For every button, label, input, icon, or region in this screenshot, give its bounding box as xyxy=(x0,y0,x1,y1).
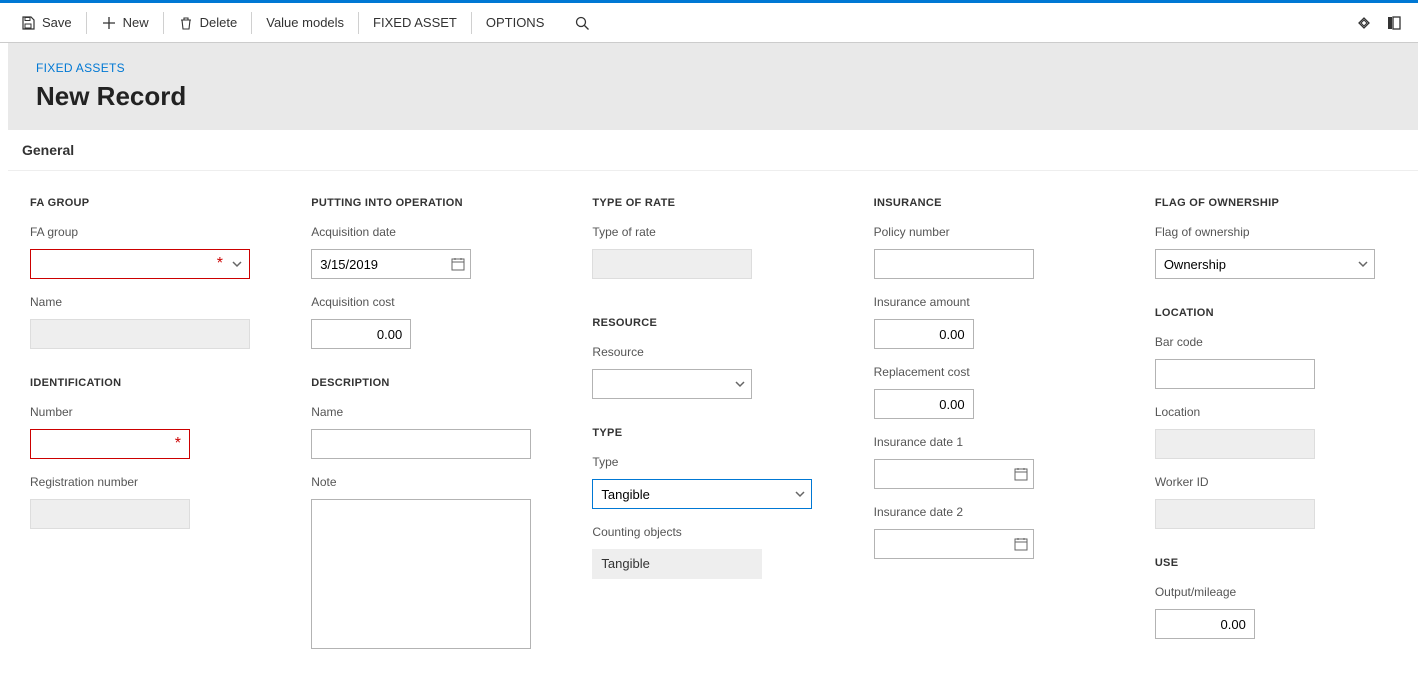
label-policy-number: Policy number xyxy=(874,225,1115,239)
column-3: TYPE OF RATE Type of rate RESOURCE Resou… xyxy=(592,193,833,579)
insurance-date-1-field[interactable] xyxy=(874,459,1034,489)
label-acquisition-date: Acquisition date xyxy=(311,225,552,239)
attach-icon[interactable] xyxy=(1356,15,1372,31)
label-location: Location xyxy=(1155,405,1396,419)
label-type-of-rate: Type of rate xyxy=(592,225,833,239)
toolbar-separator xyxy=(358,12,359,34)
flag-of-ownership-input[interactable] xyxy=(1155,249,1375,279)
label-insurance-date-1: Insurance date 1 xyxy=(874,435,1115,449)
label-flag-of-ownership: Flag of ownership xyxy=(1155,225,1396,239)
label-bar-code: Bar code xyxy=(1155,335,1396,349)
label-acquisition-cost: Acquisition cost xyxy=(311,295,552,309)
worker-id-field xyxy=(1155,499,1315,529)
delete-label: Delete xyxy=(200,15,238,30)
section-description: DESCRIPTION xyxy=(311,377,552,389)
save-label: Save xyxy=(42,15,72,30)
column-1: FA GROUP FA group * Name IDENTIFICATION … xyxy=(30,193,271,529)
location-field xyxy=(1155,429,1315,459)
save-button[interactable]: Save xyxy=(10,3,82,42)
label-output-mileage: Output/mileage xyxy=(1155,585,1396,599)
replacement-cost-input[interactable] xyxy=(874,389,974,419)
column-2: PUTTING INTO OPERATION Acquisition date … xyxy=(311,193,552,649)
section-fa-group: FA GROUP xyxy=(30,197,271,209)
label-fa-name: Name xyxy=(30,295,271,309)
new-label: New xyxy=(123,15,149,30)
insurance-date-2-input[interactable] xyxy=(874,529,1034,559)
section-putting-into-operation: PUTTING INTO OPERATION xyxy=(311,197,552,209)
label-note: Note xyxy=(311,475,552,489)
section-insurance: INSURANCE xyxy=(874,197,1115,209)
registration-number-field xyxy=(30,499,190,529)
section-location: LOCATION xyxy=(1155,307,1396,319)
note-textarea[interactable] xyxy=(311,499,531,649)
content-area: FIXED ASSETS New Record General FA GROUP… xyxy=(8,43,1418,677)
search-button[interactable] xyxy=(564,3,600,42)
options-tab[interactable]: OPTIONS xyxy=(476,3,555,42)
flag-of-ownership-combo[interactable] xyxy=(1155,249,1375,279)
search-icon xyxy=(574,15,590,31)
fixed-asset-tab[interactable]: FIXED ASSET xyxy=(363,3,467,42)
policy-number-input[interactable] xyxy=(874,249,1034,279)
label-type: Type xyxy=(592,455,833,469)
toolbar-separator xyxy=(86,12,87,34)
number-field[interactable]: * xyxy=(30,429,190,459)
save-icon xyxy=(20,15,36,31)
bar-code-input[interactable] xyxy=(1155,359,1315,389)
label-desc-name: Name xyxy=(311,405,552,419)
new-button[interactable]: New xyxy=(91,3,159,42)
action-pane: Save New Delete Value models FIXED ASSET… xyxy=(0,3,1418,43)
section-type: TYPE xyxy=(592,427,833,439)
section-resource: RESOURCE xyxy=(592,317,833,329)
fa-name-field xyxy=(30,319,250,349)
acquisition-date-field[interactable] xyxy=(311,249,471,279)
toolbar-separator xyxy=(471,12,472,34)
value-models-button[interactable]: Value models xyxy=(256,3,354,42)
label-counting-objects: Counting objects xyxy=(592,525,833,539)
section-flag-of-ownership: FLAG OF OWNERSHIP xyxy=(1155,197,1396,209)
label-number: Number xyxy=(30,405,271,419)
desc-name-input[interactable] xyxy=(311,429,531,459)
trash-icon xyxy=(178,15,194,31)
plus-icon xyxy=(101,15,117,31)
insurance-amount-input[interactable] xyxy=(874,319,974,349)
resource-combo[interactable] xyxy=(592,369,752,399)
insurance-date-1-input[interactable] xyxy=(874,459,1034,489)
section-identification: IDENTIFICATION xyxy=(30,377,271,389)
section-type-of-rate: TYPE OF RATE xyxy=(592,197,833,209)
fa-group-input[interactable] xyxy=(31,250,249,278)
section-use: USE xyxy=(1155,557,1396,569)
type-of-rate-field xyxy=(592,249,752,279)
acquisition-date-input[interactable] xyxy=(311,249,471,279)
module-breadcrumb[interactable]: FIXED ASSETS xyxy=(36,61,1390,75)
label-fa-group: FA group xyxy=(30,225,271,239)
column-5: FLAG OF OWNERSHIP Flag of ownership LOCA… xyxy=(1155,193,1396,639)
number-input[interactable] xyxy=(31,430,189,458)
page-title: New Record xyxy=(36,81,1390,112)
delete-button[interactable]: Delete xyxy=(168,3,248,42)
office-icon[interactable] xyxy=(1386,15,1402,31)
general-fasttab: General FA GROUP FA group * Name IDENTIF… xyxy=(8,130,1418,677)
resource-input[interactable] xyxy=(592,369,752,399)
label-replacement-cost: Replacement cost xyxy=(874,365,1115,379)
column-4: INSURANCE Policy number Insurance amount… xyxy=(874,193,1115,559)
label-registration-number: Registration number xyxy=(30,475,271,489)
type-input[interactable] xyxy=(592,479,812,509)
type-combo[interactable] xyxy=(592,479,812,509)
fixed-asset-label: FIXED ASSET xyxy=(373,15,457,30)
label-insurance-amount: Insurance amount xyxy=(874,295,1115,309)
general-fasttab-header[interactable]: General xyxy=(8,130,1418,171)
value-models-label: Value models xyxy=(266,15,344,30)
fa-group-combo[interactable]: * xyxy=(30,249,250,279)
acquisition-cost-input[interactable] xyxy=(311,319,411,349)
label-worker-id: Worker ID xyxy=(1155,475,1396,489)
label-insurance-date-2: Insurance date 2 xyxy=(874,505,1115,519)
counting-objects-field: Tangible xyxy=(592,549,762,579)
insurance-date-2-field[interactable] xyxy=(874,529,1034,559)
toolbar-separator xyxy=(163,12,164,34)
toolbar-separator xyxy=(251,12,252,34)
label-resource: Resource xyxy=(592,345,833,359)
options-label: OPTIONS xyxy=(486,15,545,30)
